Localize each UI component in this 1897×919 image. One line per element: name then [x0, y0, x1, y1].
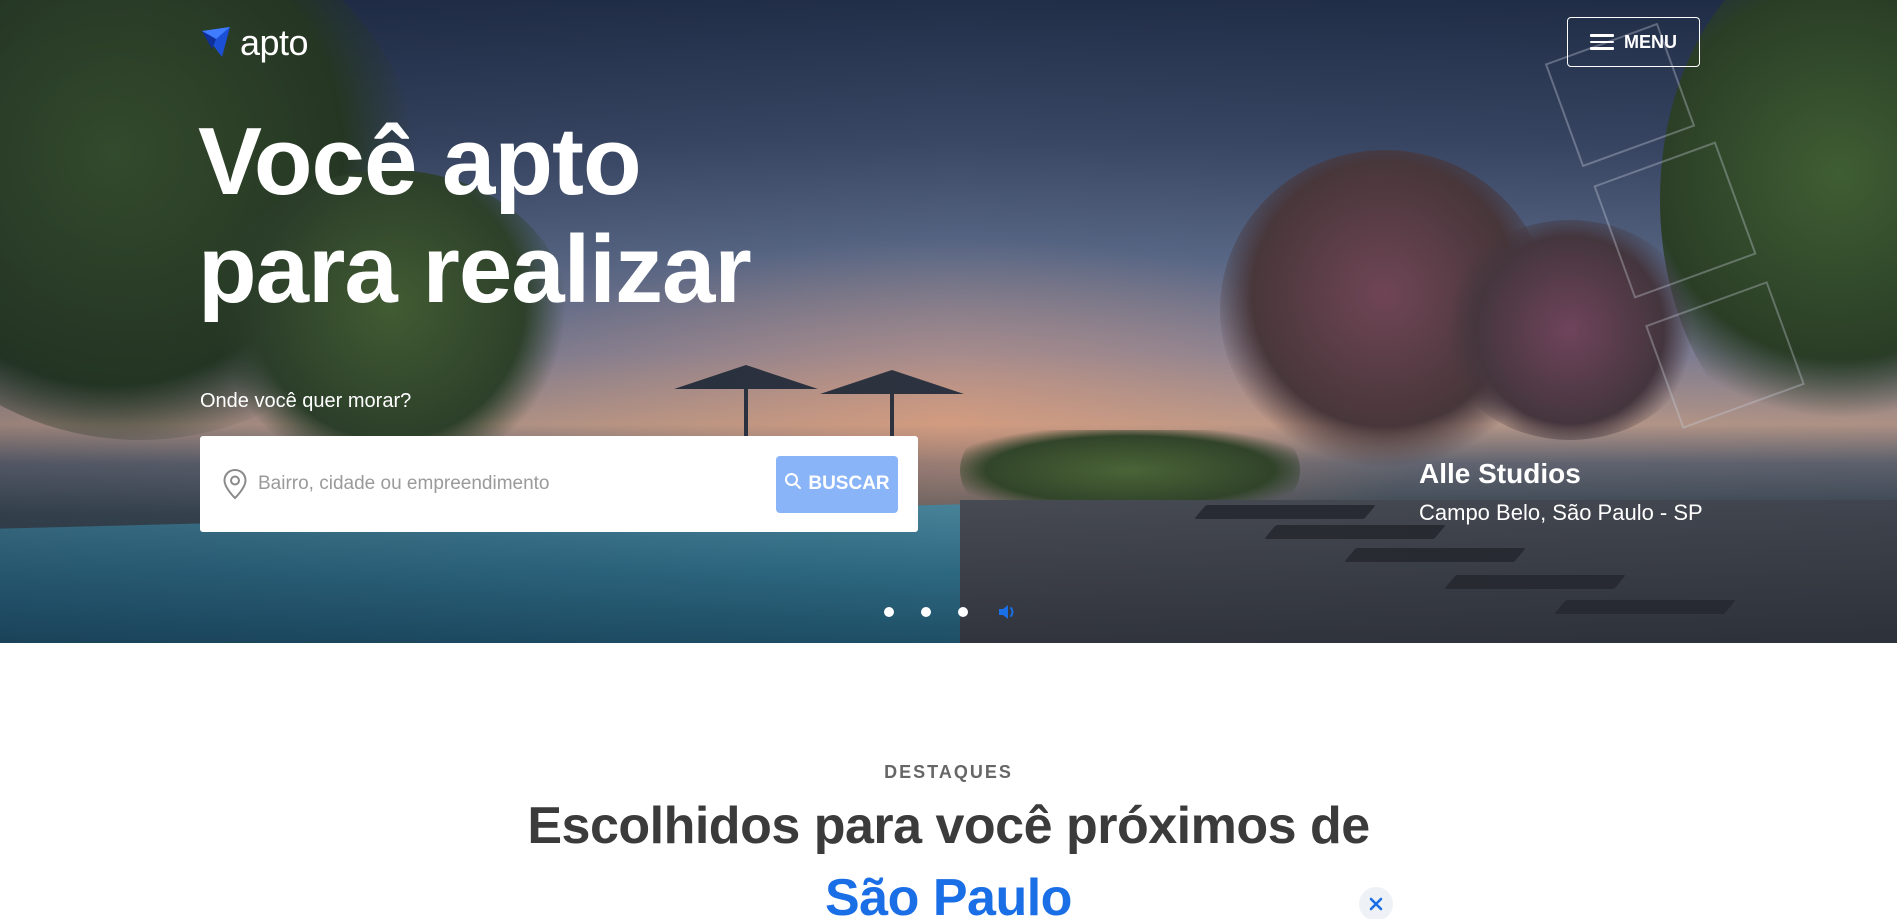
search-icon [784, 472, 802, 496]
menu-label: MENU [1624, 31, 1677, 52]
hero-title: Você apto para realizar [198, 108, 898, 324]
sound-icon[interactable] [995, 600, 1019, 624]
close-icon [1369, 897, 1383, 911]
apto-logo[interactable]: apto [200, 22, 309, 64]
featured-property-location: Campo Belo, São Paulo - SP [1419, 500, 1703, 525]
hero-title-line: para realizar [198, 216, 752, 323]
featured-property-name[interactable]: Alle Studios [1419, 458, 1581, 490]
selected-city[interactable]: São Paulo [0, 868, 1897, 919]
clear-city-button[interactable] [1359, 887, 1393, 919]
section-eyebrow: DESTAQUES [884, 762, 1013, 782]
carousel-dot[interactable] [884, 607, 894, 617]
apto-logo-icon [200, 27, 234, 59]
carousel-pagination [884, 600, 1019, 624]
hamburger-icon [1590, 34, 1614, 50]
search-button-label: BUSCAR [808, 473, 890, 494]
carousel-dot[interactable] [958, 607, 968, 617]
logo-text: apto [240, 22, 309, 63]
search-button[interactable]: BUSCAR [776, 455, 898, 513]
location-pin-icon [220, 466, 250, 502]
section-title: Escolhidos para você próximos de [527, 797, 1370, 855]
hero-banner: apto MENU Você apto para realizar Onde v… [0, 0, 1897, 643]
carousel-dot[interactable] [921, 607, 931, 617]
search-input[interactable] [258, 460, 776, 508]
menu-button[interactable]: MENU [1567, 17, 1700, 67]
search-label: Onde você quer morar? [200, 390, 412, 412]
hero-title-line: Você apto [198, 108, 642, 215]
search-form: BUSCAR [200, 436, 918, 532]
